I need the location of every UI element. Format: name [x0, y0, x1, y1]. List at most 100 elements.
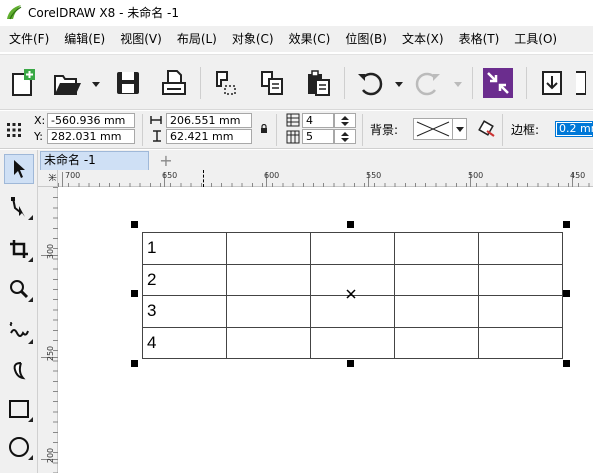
selection-handle-bottom-left[interactable] — [131, 360, 138, 367]
table-cell[interactable] — [310, 295, 395, 328]
cut-icon — [216, 71, 236, 95]
table-cell[interactable] — [310, 326, 395, 359]
flyout-corner — [28, 257, 33, 262]
border-width-field[interactable]: 0.2 mm — [555, 121, 593, 137]
copy-icon — [261, 71, 283, 95]
menu-tools[interactable]: 工具(O) — [505, 26, 563, 52]
width-field[interactable]: 206.551 mm — [166, 113, 252, 128]
selection-handle-left[interactable] — [131, 290, 138, 297]
selection-handle-top[interactable] — [347, 221, 354, 228]
export-button[interactable] — [534, 65, 570, 101]
ruler-origin[interactable]: 米 — [38, 170, 58, 187]
rows-field[interactable]: 4 — [302, 113, 334, 128]
table-row: 3 — [142, 295, 563, 328]
table-cell[interactable] — [310, 232, 395, 265]
selection-handle-top-left[interactable] — [131, 221, 138, 228]
y-position-field[interactable]: 282.031 mm — [47, 129, 135, 144]
import-button[interactable] — [480, 65, 516, 101]
pick-tool-button[interactable] — [4, 154, 34, 184]
background-label: 背景: — [370, 123, 399, 137]
object-origin-icon[interactable] — [7, 123, 21, 137]
horizontal-ruler[interactable]: 700 650 600 550 500 450 — [58, 170, 593, 187]
document-tab[interactable]: 未命名 -1 — [40, 151, 149, 170]
menu-bitmaps[interactable]: 位图(B) — [336, 26, 393, 52]
print-button[interactable] — [156, 65, 192, 101]
background-color-picker[interactable] — [413, 118, 467, 140]
zoom-tool-button[interactable] — [4, 274, 34, 304]
lock-ratio-icon[interactable] — [260, 124, 268, 134]
artistic-media-tool-button[interactable] — [4, 356, 34, 386]
selection-handle-bottom-right[interactable] — [563, 360, 570, 367]
menu-table[interactable]: 表格(T) — [450, 26, 506, 52]
undo-button[interactable] — [352, 65, 388, 101]
redo-button[interactable] — [410, 65, 446, 101]
save-button[interactable] — [110, 65, 146, 101]
menu-object[interactable]: 对象(C) — [223, 26, 280, 52]
ellipse-icon — [9, 437, 29, 457]
menu-text[interactable]: 文本(X) — [393, 26, 450, 52]
redo-dropdown-arrow[interactable] — [454, 82, 462, 87]
pick-arrow-icon — [14, 160, 25, 178]
rectangle-tool-button[interactable] — [4, 394, 34, 424]
selection-handle-top-right[interactable] — [563, 221, 570, 228]
height-field[interactable]: 62.421 mm — [166, 129, 252, 144]
rows-spinner[interactable] — [334, 113, 356, 128]
toolbox — [0, 150, 38, 473]
shape-tool-button[interactable] — [4, 192, 34, 222]
x-label: X: — [34, 114, 46, 127]
columns-icon — [286, 130, 300, 144]
table-cell[interactable] — [394, 295, 479, 328]
ruler-label: 550 — [366, 171, 382, 180]
undo-dropdown-arrow[interactable] — [395, 82, 403, 87]
table-cell[interactable]: 4 — [142, 326, 227, 359]
freehand-tool-button[interactable] — [4, 316, 34, 346]
table-cell[interactable] — [394, 263, 479, 296]
columns-spinner[interactable] — [334, 129, 356, 144]
more-button[interactable] — [572, 65, 593, 101]
table-cell[interactable]: 1 — [142, 232, 227, 265]
selection-handle-right[interactable] — [563, 290, 570, 297]
flyout-corner — [28, 455, 33, 460]
background-dropdown-button[interactable] — [452, 119, 467, 139]
new-document-button[interactable] — [4, 65, 40, 101]
menu-view[interactable]: 视图(V) — [111, 26, 168, 52]
table-cell[interactable]: 2 — [142, 263, 227, 296]
open-button[interactable] — [50, 65, 86, 101]
table-cell[interactable] — [394, 232, 479, 265]
ruler-unit: 米 — [47, 173, 57, 182]
ellipse-tool-button[interactable] — [4, 432, 34, 462]
table-cell[interactable] — [226, 263, 311, 296]
paste-button[interactable] — [300, 65, 336, 101]
menu-layout[interactable]: 布局(L) — [168, 26, 223, 52]
menu-edit[interactable]: 编辑(E) — [55, 26, 111, 52]
width-icon — [150, 116, 162, 124]
open-dropdown-arrow[interactable] — [92, 82, 100, 87]
table-cell[interactable] — [478, 326, 563, 359]
table-cell[interactable] — [394, 326, 479, 359]
menu-effects[interactable]: 效果(C) — [280, 26, 337, 52]
table-cell[interactable] — [478, 232, 563, 265]
table-cell[interactable] — [478, 263, 563, 296]
cut-button[interactable] — [208, 65, 244, 101]
center-marker-icon[interactable] — [346, 289, 356, 299]
table-cell[interactable]: 3 — [142, 295, 227, 328]
edit-fill-icon[interactable] — [478, 120, 496, 138]
table-cell[interactable] — [478, 295, 563, 328]
add-document-tab-button[interactable]: + — [156, 151, 176, 170]
flyout-corner — [28, 215, 33, 220]
flyout-corner — [28, 297, 33, 302]
rows-icon — [286, 113, 300, 127]
selection-handle-bottom[interactable] — [347, 360, 354, 367]
table-cell[interactable] — [226, 326, 311, 359]
table-cell[interactable] — [226, 232, 311, 265]
table-cell[interactable] — [226, 295, 311, 328]
vertical-ruler[interactable]: 300 250 200 — [38, 187, 58, 473]
document-tab-bar: 未命名 -1 + — [38, 150, 593, 170]
crop-tool-button[interactable] — [4, 234, 34, 264]
menu-file[interactable]: 文件(F) — [0, 26, 55, 52]
toolbar-separator — [200, 67, 201, 99]
x-position-field[interactable]: -560.936 mm — [47, 113, 135, 128]
copy-button[interactable] — [254, 65, 290, 101]
height-icon — [153, 130, 161, 142]
columns-field[interactable]: 5 — [302, 129, 334, 144]
